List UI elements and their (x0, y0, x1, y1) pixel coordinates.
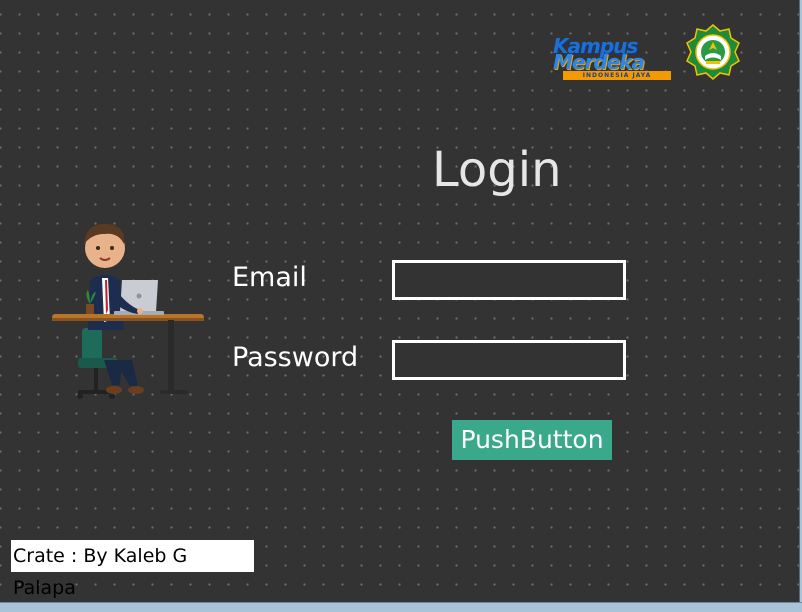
login-push-button[interactable]: PushButton (452, 420, 612, 460)
kampus-merdeka-logo-strip: INDONESIA JAYA (563, 71, 671, 80)
university-emblem-icon (686, 24, 740, 80)
creator-credit-label: Crate : By Kaleb G Palapa (11, 540, 254, 599)
kampus-merdeka-logo: Kampus Merdeka INDONESIA JAYA (551, 36, 675, 82)
kampus-merdeka-logo-line2: Merdeka (553, 50, 645, 74)
email-label: Email (232, 262, 307, 293)
login-title: Login (432, 142, 562, 198)
businessman-at-laptop-icon (48, 210, 208, 410)
login-window-canvas: Kampus Merdeka INDONESIA JAYA Login Emai… (0, 0, 800, 602)
password-label: Password (232, 342, 359, 373)
email-input[interactable] (392, 260, 626, 300)
password-input[interactable] (392, 340, 626, 380)
